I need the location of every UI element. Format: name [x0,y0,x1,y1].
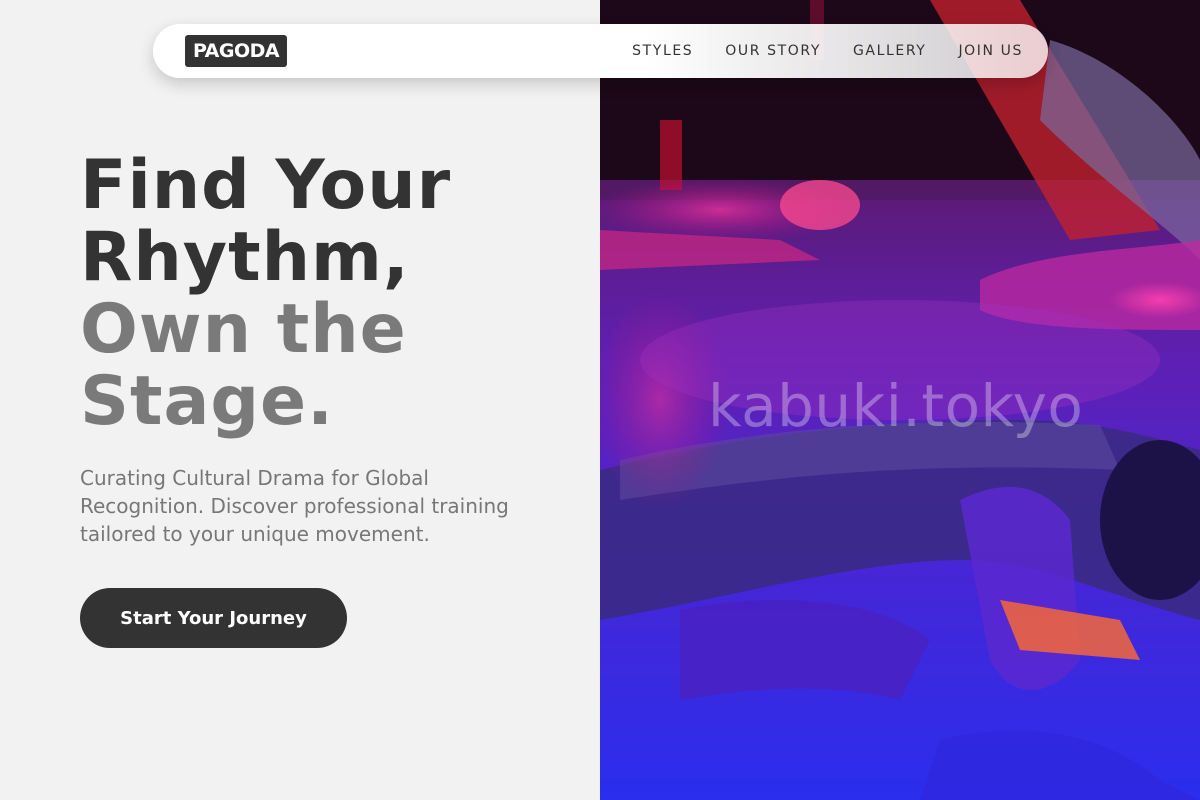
hero-title-line-3: Own the [80,290,407,369]
start-journey-button[interactable]: Start Your Journey [80,588,347,648]
hero-title-line-1: Find Your [80,146,452,225]
nav-link-gallery[interactable]: GALLERY [853,43,926,59]
top-navbar: PAGODA STYLES OUR STORY GALLERY JOIN US [153,24,1048,78]
hero-title-line-2: Rhythm, [80,218,410,297]
hero-title: Find Your Rhythm, Own the Stage. [80,150,451,438]
nav-link-styles[interactable]: STYLES [632,43,693,59]
hero-left-panel: Find Your Rhythm, Own the Stage. Curatin… [0,0,600,800]
hero-photo: kabuki.tokyo [600,0,1200,800]
nav-link-our-story[interactable]: OUR STORY [725,43,821,59]
nav-link-join-us[interactable]: JOIN US [958,43,1023,59]
pagoda-logo[interactable]: PAGODA [185,35,288,67]
hero-title-line-4: Stage. [80,362,334,441]
nav-links: STYLES OUR STORY GALLERY JOIN US [632,24,1023,78]
photo-watermark: kabuki.tokyo [708,372,1084,440]
hero-subtitle: Curating Cultural Drama for Global Recog… [80,466,509,546]
